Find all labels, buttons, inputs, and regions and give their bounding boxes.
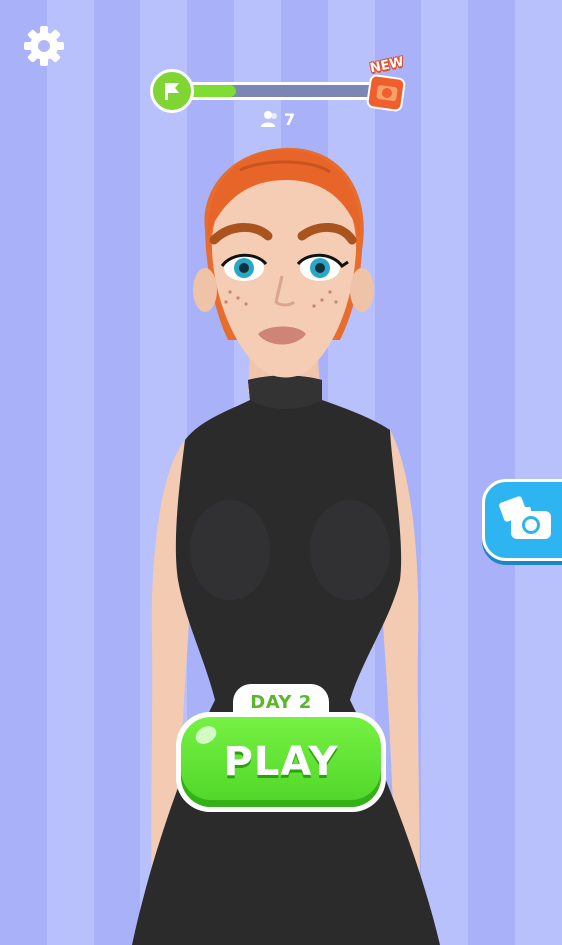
gear-icon <box>24 26 64 66</box>
play-label: PLAY <box>223 739 339 785</box>
camera-photos-button[interactable] <box>482 479 562 561</box>
progress-start-badge <box>150 69 194 113</box>
play-button-face: PLAY <box>181 717 381 807</box>
player-count: 7 <box>260 108 295 130</box>
user-icon <box>261 111 277 127</box>
camera-reward-icon <box>366 74 406 112</box>
flag-icon <box>165 83 179 100</box>
play-button[interactable]: PLAY <box>176 712 386 812</box>
play-button-shine <box>192 722 220 748</box>
camera-photos-icon <box>499 496 551 539</box>
settings-button[interactable] <box>22 24 66 68</box>
progress-track <box>170 82 386 100</box>
day-label: DAY 2 <box>250 691 312 713</box>
player-count-value: 7 <box>284 109 296 129</box>
